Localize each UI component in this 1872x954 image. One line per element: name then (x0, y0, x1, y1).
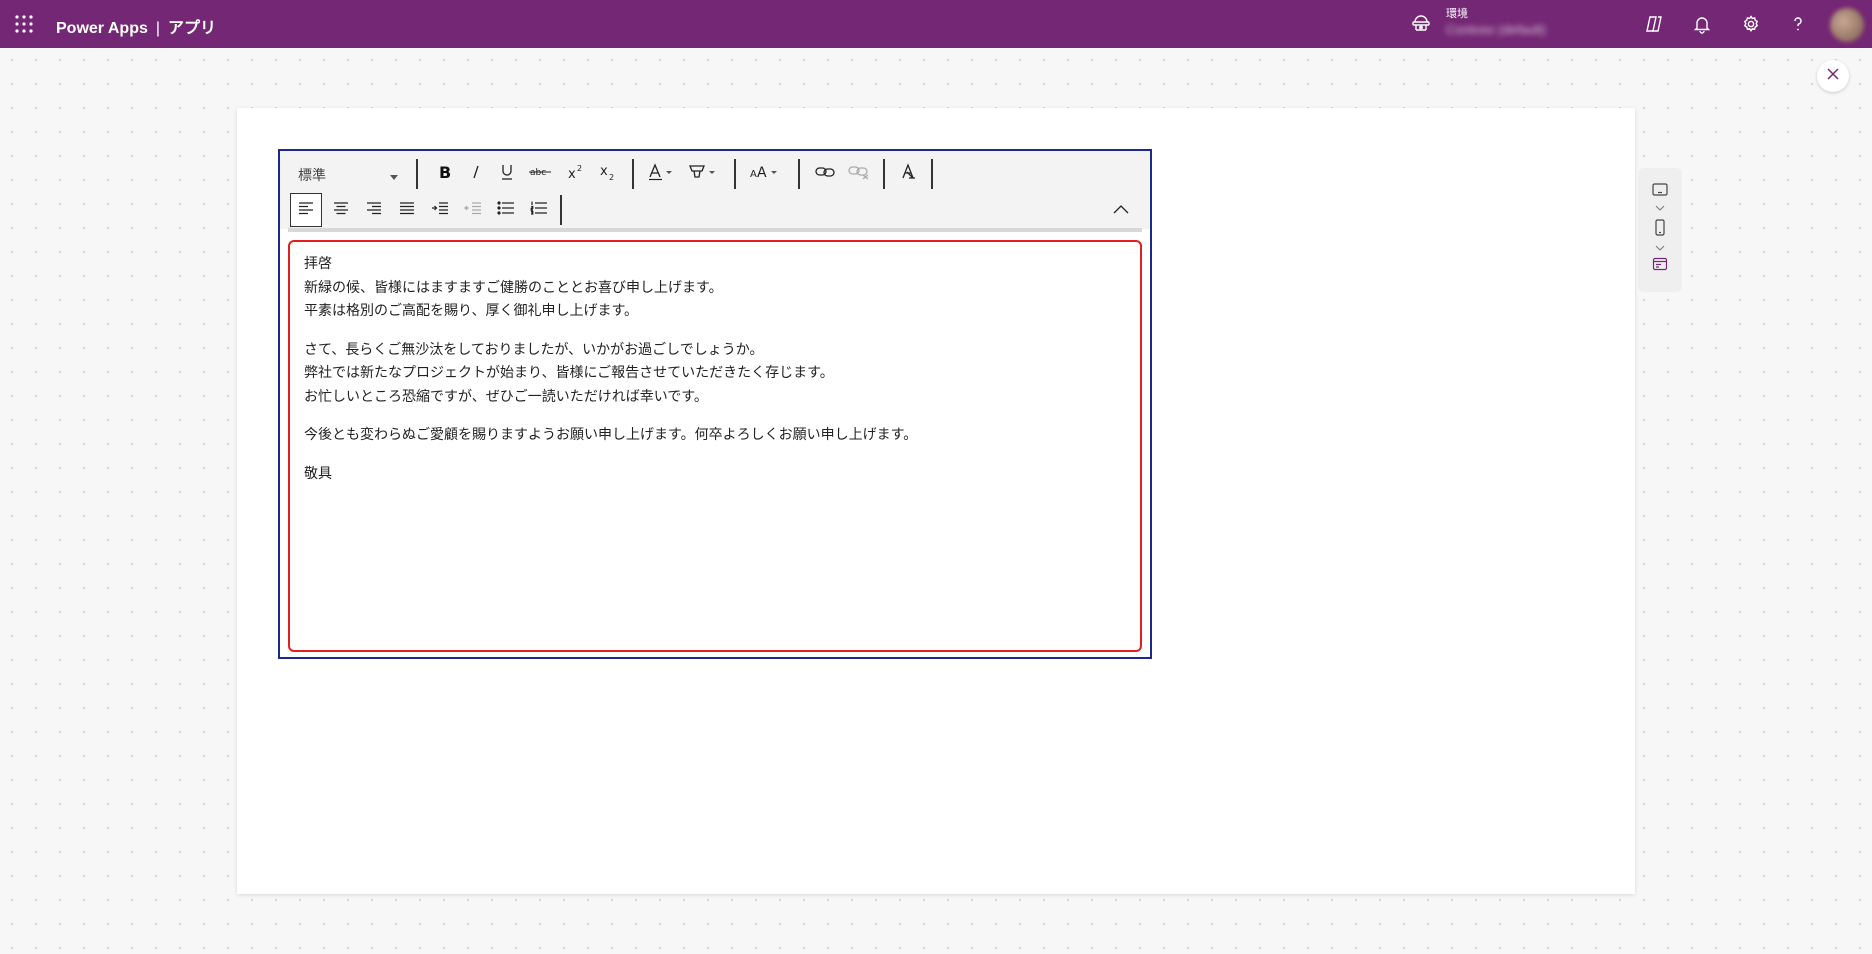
editor-text-line: 平素は格別のご高配を賜り、厚く御礼申し上げます。 (304, 302, 639, 318)
align-right-button[interactable] (359, 195, 389, 225)
clear-formatting-icon (899, 162, 919, 186)
toolbar-divider (560, 195, 562, 225)
font-size-icon: AA (749, 164, 781, 185)
align-center-icon (333, 201, 349, 220)
chevron-down-icon (390, 167, 398, 183)
underline-icon (499, 163, 515, 186)
web-icon[interactable] (1650, 256, 1670, 272)
close-button[interactable] (1817, 60, 1849, 92)
editor-text-line: 今後とも変わらぬご愛顧を賜りますようお願い申し上げます。何卒よろしくお願い申し上… (304, 426, 918, 442)
top-bar: Power Apps | アプリ 環境 Contoso (default) (0, 0, 1872, 48)
svg-text:A: A (757, 165, 767, 180)
superscript-icon: x2 (566, 164, 584, 185)
numbered-list-icon (530, 201, 548, 220)
editor-paragraph: さて、長らくご無沙汰をしておりましたが、いかがお過ごしでしょうか。弊社では新たな… (304, 338, 1126, 409)
bold-icon: B (436, 163, 452, 185)
svg-text:2: 2 (577, 164, 582, 173)
editor-text-line: 弊社では新たなプロジェクトが始まり、皆様にご報告させていただきたく存じます。 (304, 364, 834, 380)
svg-text:x: x (600, 164, 608, 179)
unlink-icon (848, 164, 870, 185)
outdent-button (458, 195, 488, 225)
align-left-button[interactable] (290, 193, 322, 227)
chevron-down-icon[interactable] (1650, 200, 1670, 216)
help-icon[interactable] (1786, 12, 1810, 36)
chevron-up-icon (1113, 201, 1129, 219)
editor-text-line: さて、長らくご無沙汰をしておりましたが、いかがお過ごしでしょうか。 (304, 340, 764, 357)
settings-icon[interactable] (1739, 12, 1763, 36)
svg-text:x: x (568, 167, 576, 180)
section-name[interactable]: アプリ (168, 20, 216, 37)
avatar[interactable] (1830, 8, 1864, 42)
collapse-toolbar-button[interactable] (1106, 195, 1136, 225)
font-color-button[interactable] (646, 159, 676, 189)
remove-link-button (844, 159, 874, 189)
highlight-button[interactable] (686, 159, 720, 189)
highlight-icon (687, 163, 719, 186)
editor-content[interactable]: 拝啓新緑の候、皆様にはますますご健勝のこととお喜び申し上げます。 平素は格別のご高… (288, 240, 1142, 652)
app-launcher-icon[interactable] (14, 14, 34, 34)
outdent-icon (464, 201, 482, 220)
app-title: Power Apps | アプリ (56, 14, 216, 38)
numbered-list-button[interactable] (524, 195, 554, 225)
environment-label: 環境 (1446, 8, 1468, 20)
close-icon (1826, 67, 1840, 86)
copilot-icon[interactable] (1642, 12, 1666, 36)
italic-button[interactable] (464, 159, 488, 189)
title-divider: | (155, 20, 161, 37)
environment-name[interactable]: Contoso (default) (1446, 22, 1546, 37)
editor-text-line: 新緑の候、皆様にはますますご健勝のこととお喜び申し上げます。 (304, 278, 723, 295)
editor-text-line: お忙しいところ恐縮ですが、ぜひご一読いただければ幸いです。 (304, 387, 708, 404)
phone-icon[interactable] (1650, 219, 1670, 236)
paragraph-format-select[interactable]: 標準 (298, 163, 398, 187)
bullet-list-button[interactable] (491, 195, 521, 225)
editor-toolbar: 標準 B abc x2 x2 A A (280, 151, 1150, 229)
strikethrough-icon: abc (529, 165, 551, 184)
font-color-icon (647, 162, 675, 186)
toolbar-divider (416, 159, 418, 189)
justify-icon (399, 201, 415, 220)
toolbar-divider-line (288, 228, 1142, 232)
tablet-icon[interactable] (1650, 182, 1670, 198)
underline-button[interactable] (495, 159, 519, 189)
toolbar-divider (798, 159, 800, 189)
align-right-icon (366, 201, 382, 220)
bullet-list-icon (497, 200, 515, 220)
italic-icon (469, 164, 483, 185)
strikethrough-button[interactable]: abc (526, 159, 554, 189)
svg-text:2: 2 (609, 173, 614, 181)
chevron-down-icon[interactable] (1650, 240, 1670, 256)
subscript-button[interactable]: x2 (594, 159, 620, 189)
editor-paragraph: 敬具 (304, 462, 1126, 486)
toolbar-divider (883, 159, 885, 189)
svg-text:abc: abc (530, 168, 546, 178)
indent-icon (431, 201, 449, 220)
align-left-icon (298, 201, 314, 220)
svg-text:B: B (439, 164, 451, 180)
toolbar-divider (931, 159, 933, 189)
bold-button[interactable]: B (430, 159, 458, 189)
environment-icon[interactable] (1410, 13, 1432, 35)
indent-button[interactable] (425, 195, 455, 225)
clear-formatting-button[interactable] (894, 159, 924, 189)
editor-text-line: 敬具 (304, 464, 332, 481)
editor-text-line: 拝啓 (304, 255, 332, 271)
align-center-button[interactable] (326, 195, 356, 225)
editor-paragraph: 今後とも変わらぬご愛顧を賜りますようお願い申し上げます。何卒よろしくお願い申し上… (304, 423, 1126, 447)
rich-text-editor: 標準 B abc x2 x2 A A 拝啓 新緑の候、皆様にはますますご健勝のこ… (278, 149, 1152, 659)
subscript-icon: x2 (598, 163, 616, 186)
notifications-icon[interactable] (1690, 12, 1714, 36)
insert-link-button[interactable] (810, 159, 840, 189)
toolbar-divider (632, 159, 634, 189)
editor-paragraph: 拝啓新緑の候、皆様にはますますご健勝のこととお喜び申し上げます。 平素は格別のご高… (304, 252, 1126, 323)
device-preview-panel (1638, 168, 1682, 292)
paragraph-format-value: 標準 (298, 167, 326, 183)
svg-text:A: A (750, 169, 757, 180)
justify-button[interactable] (392, 195, 422, 225)
superscript-button[interactable]: x2 (562, 159, 588, 189)
link-icon (815, 165, 835, 184)
font-size-button[interactable]: AA (748, 159, 782, 189)
toolbar-divider (734, 159, 736, 189)
app-name[interactable]: Power Apps (56, 20, 148, 37)
